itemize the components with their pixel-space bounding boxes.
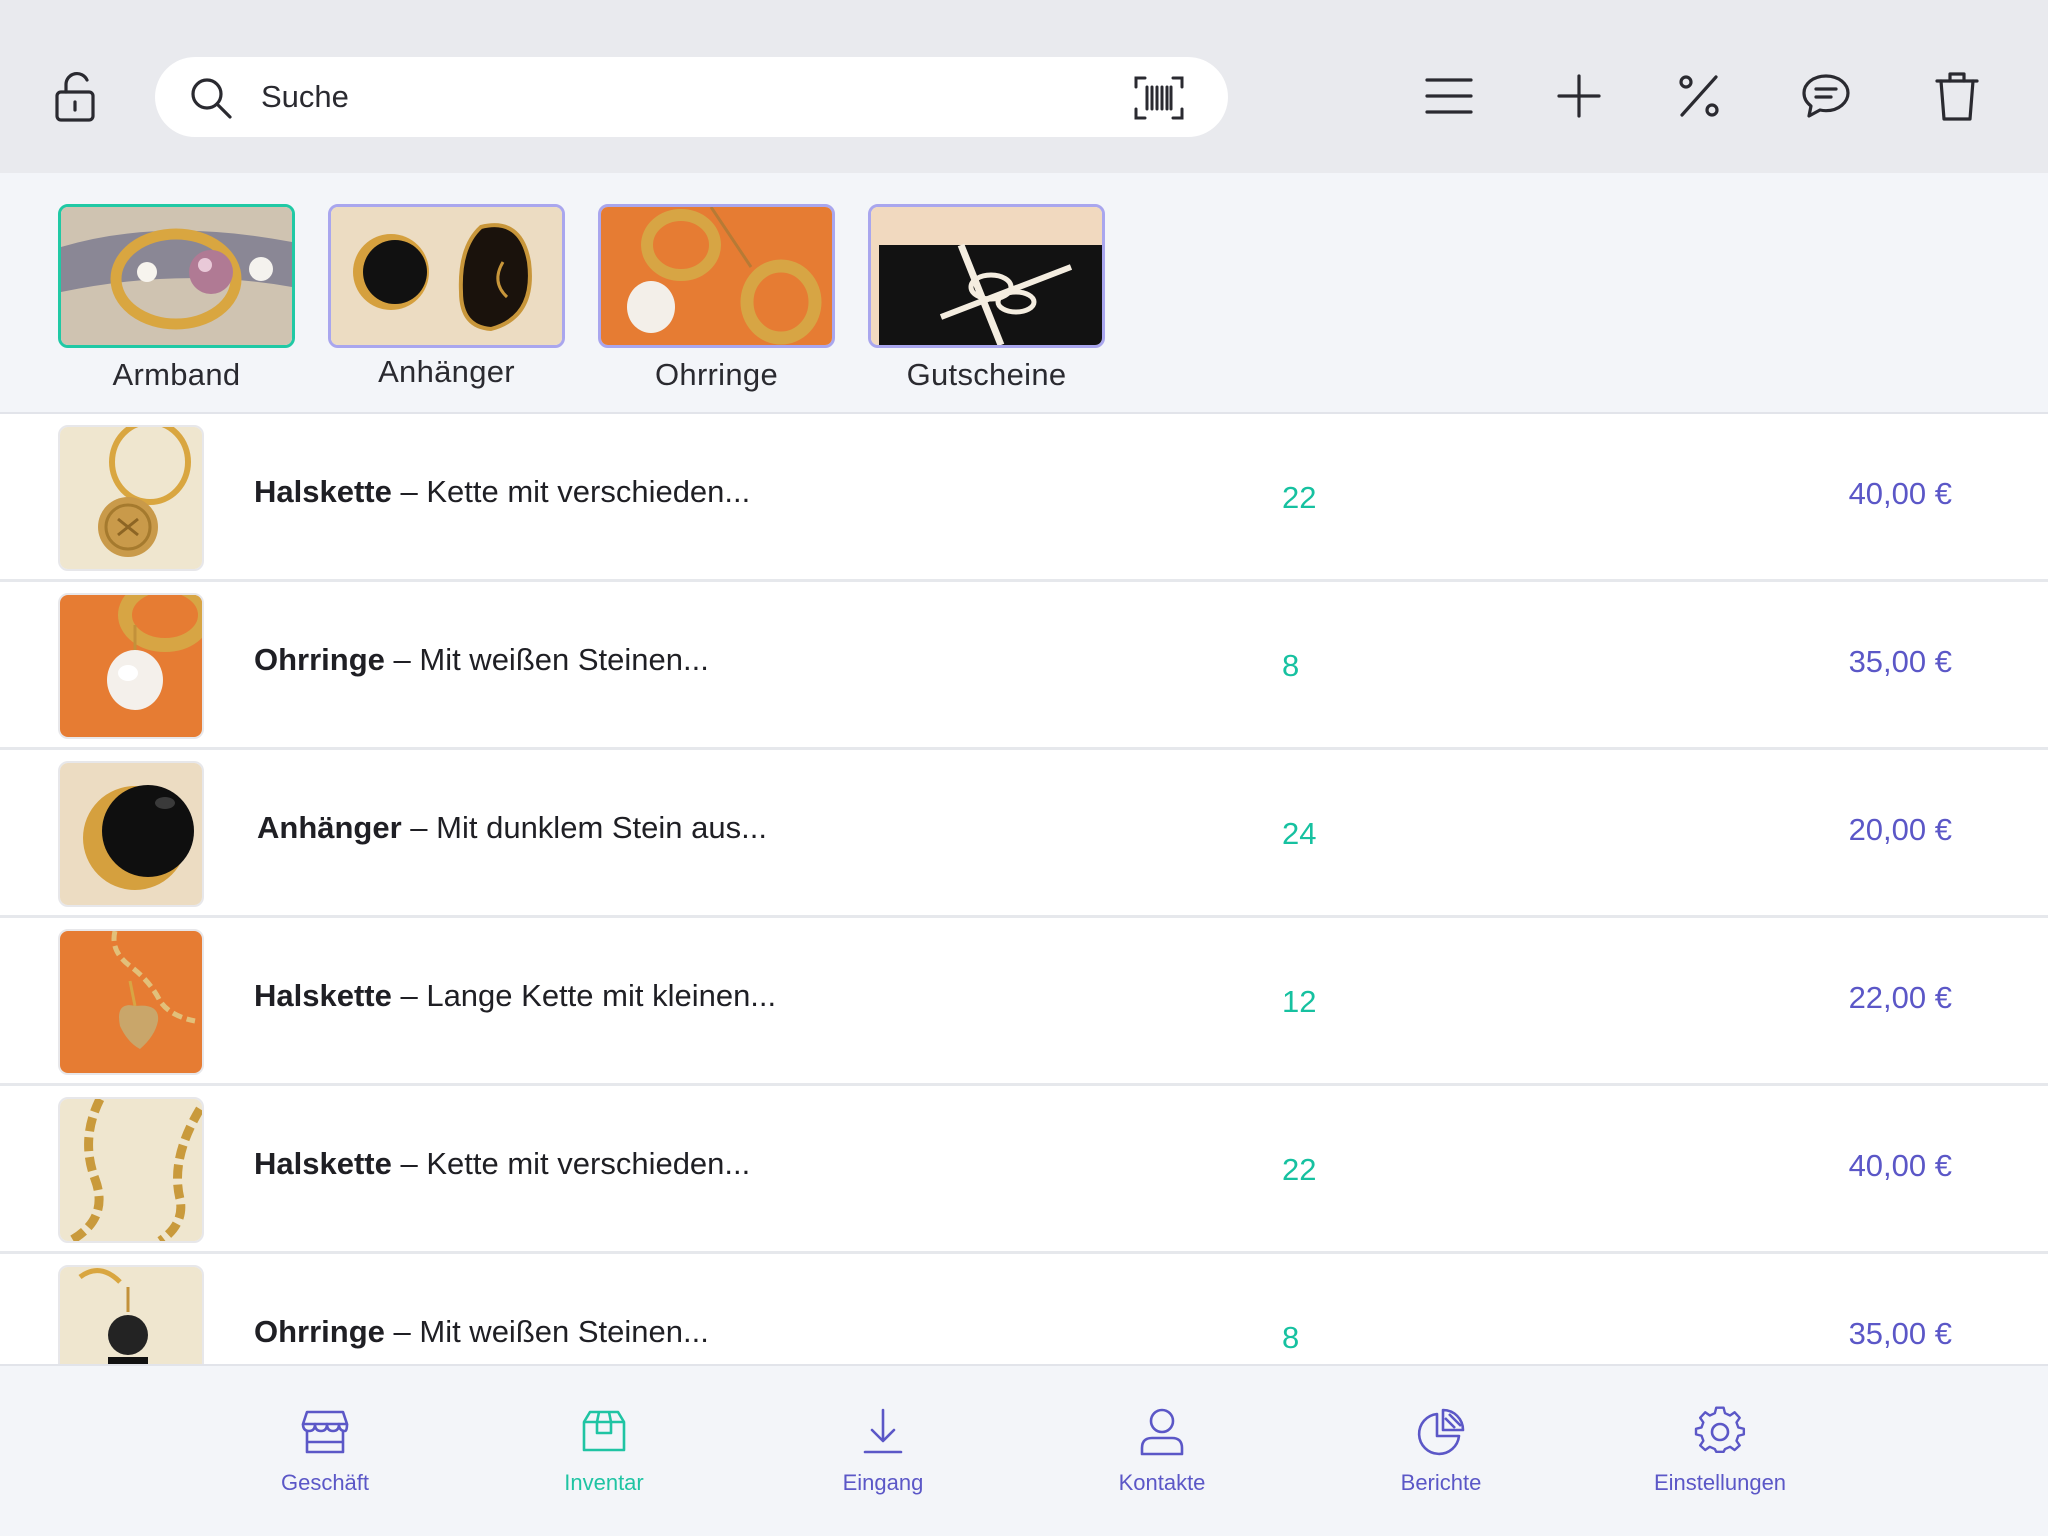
nav-eingang[interactable]: Eingang xyxy=(773,1406,993,1496)
nav-label: Kontakte xyxy=(1118,1470,1206,1495)
product-description: – Kette mit verschieden... xyxy=(391,1146,751,1181)
chat-icon[interactable] xyxy=(1801,72,1851,120)
product-title: Halskette – Kette mit verschieden... xyxy=(254,474,1154,510)
product-image xyxy=(58,1097,204,1243)
nav-label: Berichte xyxy=(1400,1470,1482,1495)
product-name: Ohrringe xyxy=(254,1314,385,1349)
product-name: Halskette xyxy=(254,474,392,509)
pie-chart-icon xyxy=(1415,1406,1467,1458)
category-image xyxy=(868,204,1105,348)
product-name: Anhänger xyxy=(257,810,402,845)
bottom-navigation: Geschäft Inventar Eingang Kontakte Beric… xyxy=(0,1364,2048,1536)
product-image xyxy=(58,425,204,571)
gear-icon xyxy=(1694,1406,1746,1458)
product-stock-count: 22 xyxy=(1282,480,1317,515)
product-description: – Mit weißen Steinen... xyxy=(384,1314,709,1349)
product-stock-count: 24 xyxy=(1282,816,1317,851)
product-description: – Lange Kette mit kleinen... xyxy=(391,978,777,1013)
menu-icon[interactable] xyxy=(1424,74,1474,118)
nav-berichte[interactable]: Berichte xyxy=(1331,1406,1551,1496)
nav-label: Inventar xyxy=(564,1470,644,1495)
product-name: Halskette xyxy=(254,978,392,1013)
product-name: Halskette xyxy=(254,1146,392,1181)
product-title: Halskette – Lange Kette mit kleinen... xyxy=(254,978,1154,1014)
category-label: Gutscheine xyxy=(906,357,1067,392)
category-label: Armband xyxy=(112,357,241,392)
product-price: 35,00 € xyxy=(1848,644,1952,679)
product-row[interactable]: Halskette – Kette mit verschieden... 22 … xyxy=(0,1086,2048,1254)
nav-label: Geschäft xyxy=(280,1470,370,1495)
app-window: Armband Anhänger xyxy=(0,0,2048,1536)
category-armband[interactable]: Armband xyxy=(58,204,295,393)
category-label: Ohrringe xyxy=(654,357,778,392)
product-stock-count: 8 xyxy=(1282,1320,1300,1355)
category-strip: Armband Anhänger Ohrringe Gutscheine xyxy=(0,173,2048,414)
person-icon xyxy=(1136,1406,1188,1458)
search-input[interactable] xyxy=(261,71,961,123)
nav-label: Eingang xyxy=(842,1470,924,1495)
product-price: 40,00 € xyxy=(1848,476,1952,511)
category-ohrringe[interactable]: Ohrringe xyxy=(598,204,835,393)
nav-geschaeft[interactable]: Geschäft xyxy=(215,1406,435,1496)
product-stock-count: 12 xyxy=(1282,984,1317,1019)
product-description: – Mit weißen Steinen... xyxy=(384,642,709,677)
product-name: Ohrringe xyxy=(254,642,385,677)
search-icon xyxy=(189,76,235,120)
nav-inventar[interactable]: Inventar xyxy=(494,1406,714,1496)
product-image xyxy=(58,929,204,1075)
store-icon xyxy=(299,1406,351,1458)
product-row[interactable]: Ohrringe – Mit weißen Steinen... 8 35,00… xyxy=(0,1254,2048,1364)
product-image xyxy=(58,1265,204,1364)
product-row[interactable]: Halskette – Kette mit verschieden... 22 … xyxy=(0,414,2048,582)
product-description: – Kette mit verschieden... xyxy=(391,474,751,509)
product-row[interactable]: Anhänger – Mit dunklem Stein aus... 24 2… xyxy=(0,750,2048,918)
barcode-icon[interactable] xyxy=(1133,75,1185,121)
product-price: 22,00 € xyxy=(1848,980,1952,1015)
lock-open-icon[interactable] xyxy=(52,70,102,124)
product-title: Ohrringe – Mit weißen Steinen... xyxy=(254,642,1154,678)
category-image xyxy=(58,204,295,348)
product-image xyxy=(58,593,204,739)
plus-icon[interactable] xyxy=(1554,71,1604,121)
product-list: Halskette – Kette mit verschieden... 22 … xyxy=(0,414,2048,1364)
product-title: Halskette – Kette mit verschieden... xyxy=(254,1146,1154,1182)
product-row[interactable]: Ohrringe – Mit weißen Steinen... 8 35,00… xyxy=(0,582,2048,750)
product-row[interactable]: Halskette – Lange Kette mit kleinen... 1… xyxy=(0,918,2048,1086)
product-price: 35,00 € xyxy=(1848,1316,1952,1351)
category-label: Anhänger xyxy=(378,354,515,389)
top-toolbar xyxy=(0,0,2048,173)
product-image xyxy=(58,761,204,907)
product-price: 20,00 € xyxy=(1848,812,1952,847)
category-image xyxy=(328,204,565,348)
product-price: 40,00 € xyxy=(1848,1148,1952,1183)
nav-kontakte[interactable]: Kontakte xyxy=(1052,1406,1272,1496)
product-description: – Mit dunklem Stein aus... xyxy=(401,810,767,845)
product-title: Anhänger – Mit dunklem Stein aus... xyxy=(257,810,1157,846)
product-stock-count: 8 xyxy=(1282,648,1300,683)
product-stock-count: 22 xyxy=(1282,1152,1317,1187)
category-gutscheine[interactable]: Gutscheine xyxy=(868,204,1105,393)
category-anhaenger[interactable]: Anhänger xyxy=(328,204,565,390)
percent-icon[interactable] xyxy=(1676,73,1722,119)
nav-einstellungen[interactable]: Einstellungen xyxy=(1610,1406,1830,1496)
nav-label: Einstellungen xyxy=(1653,1470,1787,1495)
download-icon xyxy=(857,1406,909,1458)
box-icon xyxy=(578,1406,630,1458)
search-bar xyxy=(155,57,1228,137)
trash-icon[interactable] xyxy=(1933,69,1981,123)
category-image xyxy=(598,204,835,348)
product-title: Ohrringe – Mit weißen Steinen... xyxy=(254,1314,1154,1350)
